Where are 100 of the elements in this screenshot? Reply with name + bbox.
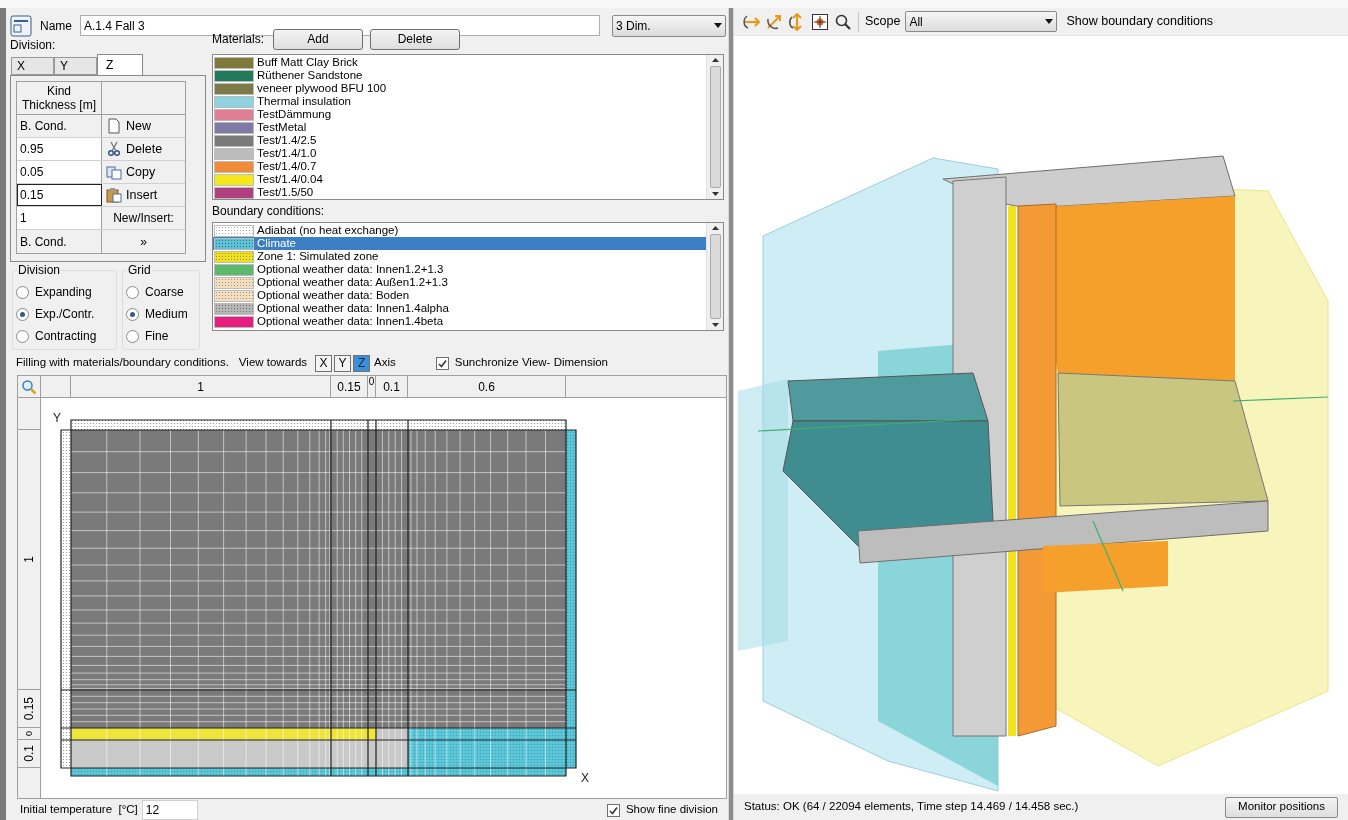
- scroll-up-icon: [711, 226, 719, 231]
- scroll-thumb[interactable]: [709, 66, 721, 189]
- column-header: 0: [368, 376, 376, 397]
- search-icon[interactable]: [834, 12, 852, 31]
- initial-temperature-label: Initial temperature [°C]: [20, 802, 138, 818]
- scissors-icon: [106, 141, 122, 158]
- column-header: 0.6: [408, 376, 566, 397]
- list-item[interactable]: Adiabat (no heat exchange): [213, 224, 706, 238]
- radio-button[interactable]: [126, 307, 139, 321]
- check-icon: [608, 805, 618, 815]
- dropdown-arrow-icon: [1045, 19, 1054, 24]
- rotate-icon[interactable]: [765, 12, 783, 31]
- zoom-icon[interactable]: [21, 378, 37, 395]
- checkbox-label: Show fine division: [625, 802, 718, 818]
- table-cell: B. Cond.: [17, 230, 102, 254]
- list-item[interactable]: Test/1.4/2.5: [213, 134, 706, 148]
- radio-label: Fine: [145, 328, 169, 346]
- monitor-positions-button[interactable]: Monitor positions: [1225, 796, 1338, 818]
- filling-label: Filling with materials/boundary conditions.: [16, 355, 229, 371]
- list-item[interactable]: Test/1.4/0.7: [213, 160, 706, 174]
- radio-button[interactable]: [126, 329, 139, 343]
- radio-button[interactable]: [16, 307, 29, 321]
- boundary-conditions-label: Boundary conditions:: [212, 204, 326, 219]
- scope-dropdown[interactable]: All: [905, 11, 1058, 32]
- scrollbar[interactable]: [706, 55, 723, 200]
- fit-view-icon[interactable]: [811, 12, 829, 31]
- column-header: 0.15: [331, 376, 368, 397]
- add-button[interactable]: Add: [273, 28, 363, 50]
- scroll-down-icon: [711, 192, 719, 197]
- temperature-field[interactable]: 12: [141, 800, 198, 820]
- dimension-dropdown[interactable]: 3 Dim.: [612, 14, 726, 37]
- radio-button[interactable]: [16, 329, 29, 343]
- insert-button[interactable]: Insert: [102, 184, 162, 207]
- clipboard-icon: [106, 187, 122, 204]
- column-header: Kind Thickness [m]: [17, 82, 102, 115]
- checkbox-label: Sunchronize View- Dimension: [454, 355, 608, 371]
- axis-tab[interactable]: Z: [97, 54, 143, 76]
- axis-button[interactable]: X: [315, 354, 333, 372]
- list-item[interactable]: Thermal insulation: [213, 95, 706, 109]
- name-label: Name: [40, 17, 72, 35]
- rotate-icon[interactable]: [742, 12, 760, 31]
- delete-row-button[interactable]: Delete: [102, 138, 167, 161]
- row-header: 0: [24, 731, 34, 736]
- radio-button[interactable]: [126, 285, 139, 299]
- thickness-field[interactable]: 0.95: [17, 138, 102, 161]
- row-header: 0.1: [22, 745, 36, 762]
- label: New/Insert:: [112, 210, 175, 228]
- list-item[interactable]: Buff Matt Clay Brick: [213, 56, 706, 70]
- division-label: Division:: [10, 38, 57, 53]
- window-icon[interactable]: [10, 14, 32, 37]
- list-item[interactable]: Optional weather data: Innen1.4alpha: [213, 302, 706, 316]
- dropdown-arrow-icon: [714, 23, 722, 29]
- checkbox[interactable]: [606, 803, 620, 817]
- scroll-thumb[interactable]: [709, 234, 721, 320]
- list-item[interactable]: TestDämmung: [213, 108, 706, 122]
- axis-button[interactable]: Y: [334, 354, 352, 372]
- axis-label: Y: [53, 411, 61, 425]
- thickness-field[interactable]: 0.15: [17, 184, 102, 207]
- list-item[interactable]: Optional weather data: Innen1.2+1.3: [213, 263, 706, 277]
- checkbox[interactable]: [435, 356, 449, 370]
- scroll-up-icon: [711, 58, 719, 63]
- delete-button[interactable]: Delete: [370, 28, 460, 50]
- list-item[interactable]: Optional weather data: Innen1.4beta: [213, 315, 706, 329]
- list-item[interactable]: Rüthener Sandstone: [213, 69, 706, 83]
- list-item[interactable]: Climate: [213, 237, 706, 251]
- row-header: 1: [22, 556, 36, 563]
- list-item[interactable]: Optional weather data: Außen1.2+1.3: [213, 276, 706, 290]
- scroll-down-icon: [711, 323, 719, 328]
- copy-button[interactable]: Copy: [102, 161, 160, 184]
- scope-label: Scope: [865, 13, 901, 31]
- status-text: Status: OK (64 / 22094 elements, Time step 14.469 / 14.458 sec.): [744, 799, 1079, 815]
- list-item[interactable]: Test/1.4/0.04: [213, 173, 706, 187]
- check-icon: [437, 358, 447, 368]
- view-towards-label: View towards: [238, 355, 308, 371]
- axis-tab[interactable]: Y: [54, 57, 97, 76]
- list-item[interactable]: Test/1.5/50: [213, 186, 706, 200]
- list-item[interactable]: Zone 1: Simulated zone: [213, 250, 706, 264]
- new-button[interactable]: New: [102, 115, 155, 138]
- axis-button[interactable]: Z: [353, 354, 371, 372]
- table-cell: B. Cond.: [17, 115, 102, 138]
- list-item[interactable]: TestMetal: [213, 121, 706, 135]
- thickness-field[interactable]: 1: [17, 207, 102, 230]
- column-header: 0.1: [376, 376, 408, 397]
- radio-label: Exp./Contr.: [35, 306, 95, 324]
- list-item[interactable]: Test/1.4/1.0: [213, 147, 706, 161]
- thickness-field[interactable]: 0.05: [17, 161, 102, 184]
- column-header: 1: [71, 376, 331, 397]
- row-header: 0.15: [22, 696, 36, 721]
- axis-tab[interactable]: X: [11, 57, 54, 76]
- list-item[interactable]: veneer plywood BFU 100: [213, 82, 706, 96]
- radio-label: Medium: [145, 306, 188, 324]
- axis-label: Axis: [374, 355, 396, 371]
- scrollbar[interactable]: [706, 223, 723, 331]
- list-item[interactable]: Optional weather data: Boden: [213, 289, 706, 303]
- radio-label: Coarse: [145, 284, 184, 302]
- radio-label: Contracting: [35, 328, 97, 346]
- radio-label: Expanding: [35, 284, 92, 302]
- radio-button[interactable]: [16, 285, 29, 299]
- axis-label: X: [581, 771, 589, 785]
- expand-link[interactable]: »: [102, 232, 185, 251]
